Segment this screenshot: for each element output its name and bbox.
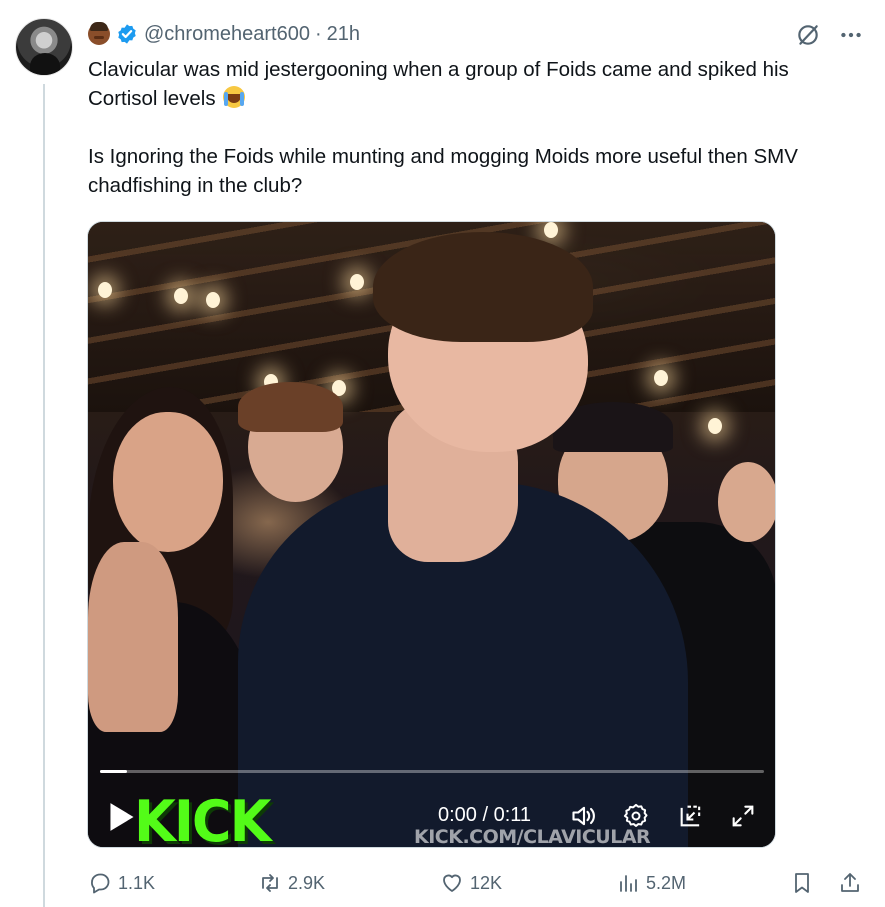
tweet-paragraph-1: Clavicular was mid jestergooning when a … [88, 55, 858, 113]
verified-badge-icon [118, 24, 136, 44]
post-time[interactable]: 21h [327, 23, 360, 46]
like-count: 12K [470, 872, 503, 893]
tweet-paragraph-1-text: Clavicular was mid jestergooning when a … [88, 58, 789, 110]
background-person [238, 382, 343, 432]
analytics-icon [620, 875, 637, 892]
settings-gear-icon[interactable] [622, 802, 650, 830]
light-bulb [174, 288, 188, 304]
light-bulb [708, 418, 722, 434]
video-progress-bar[interactable] [100, 770, 764, 773]
share-button[interactable] [838, 868, 868, 898]
grok-icon[interactable] [795, 22, 821, 48]
kick-watermark-url: KICK.COM/CLAVICULAR [414, 826, 651, 848]
reply-icon [91, 873, 110, 894]
light-bulb [654, 370, 668, 386]
bookmark-icon [795, 873, 809, 893]
light-bulb [544, 222, 558, 238]
background-person [718, 462, 775, 542]
profile-emoji-icon [88, 22, 110, 45]
view-count: 5.2M [646, 872, 687, 893]
tweet-text: Clavicular was mid jestergooning when a … [88, 55, 858, 200]
light-bulb [98, 282, 112, 298]
thread-line [43, 84, 45, 907]
repost-count: 2.9K [288, 872, 326, 893]
repost-button[interactable]: 2.9K [258, 868, 325, 898]
more-options-icon[interactable] [838, 22, 864, 48]
kick-logo: KICK [134, 788, 271, 848]
loudly-crying-face-icon [223, 86, 246, 108]
reply-button[interactable]: 1.1K [88, 868, 155, 898]
author-avatar[interactable] [15, 18, 73, 76]
video-player[interactable]: KICK KICK.COM/CLAVICULAR 0:00 / 0:11 [87, 221, 776, 848]
video-progress-fill [100, 770, 127, 773]
picture-in-picture-icon[interactable] [677, 802, 705, 830]
repost-icon [262, 874, 278, 892]
light-bulb [206, 292, 220, 308]
tweet-actions: 1.1K 2.9K 12K 5.2M [88, 868, 868, 898]
foreground-person [113, 412, 223, 552]
tweet-header: @chromeheart600 · 21h [88, 20, 360, 48]
like-button[interactable]: 12K [440, 868, 502, 898]
light-bulb [350, 274, 364, 290]
video-frame [88, 222, 775, 847]
fullscreen-icon[interactable] [729, 802, 757, 830]
heart-icon [443, 874, 461, 892]
reply-count: 1.1K [118, 872, 156, 893]
play-icon[interactable] [108, 802, 136, 832]
author-handle[interactable]: @chromeheart600 [144, 23, 310, 46]
video-time: 0:00 / 0:11 [438, 804, 532, 826]
share-icon [841, 873, 859, 892]
main-person [373, 232, 593, 342]
separator-dot: · [314, 22, 322, 45]
volume-icon[interactable] [570, 802, 598, 830]
bookmark-button[interactable] [790, 868, 820, 898]
views-button[interactable]: 5.2M [616, 868, 686, 898]
foreground-person [88, 542, 178, 732]
tweet-paragraph-2: Is Ignoring the Foids while munting and … [88, 145, 798, 197]
